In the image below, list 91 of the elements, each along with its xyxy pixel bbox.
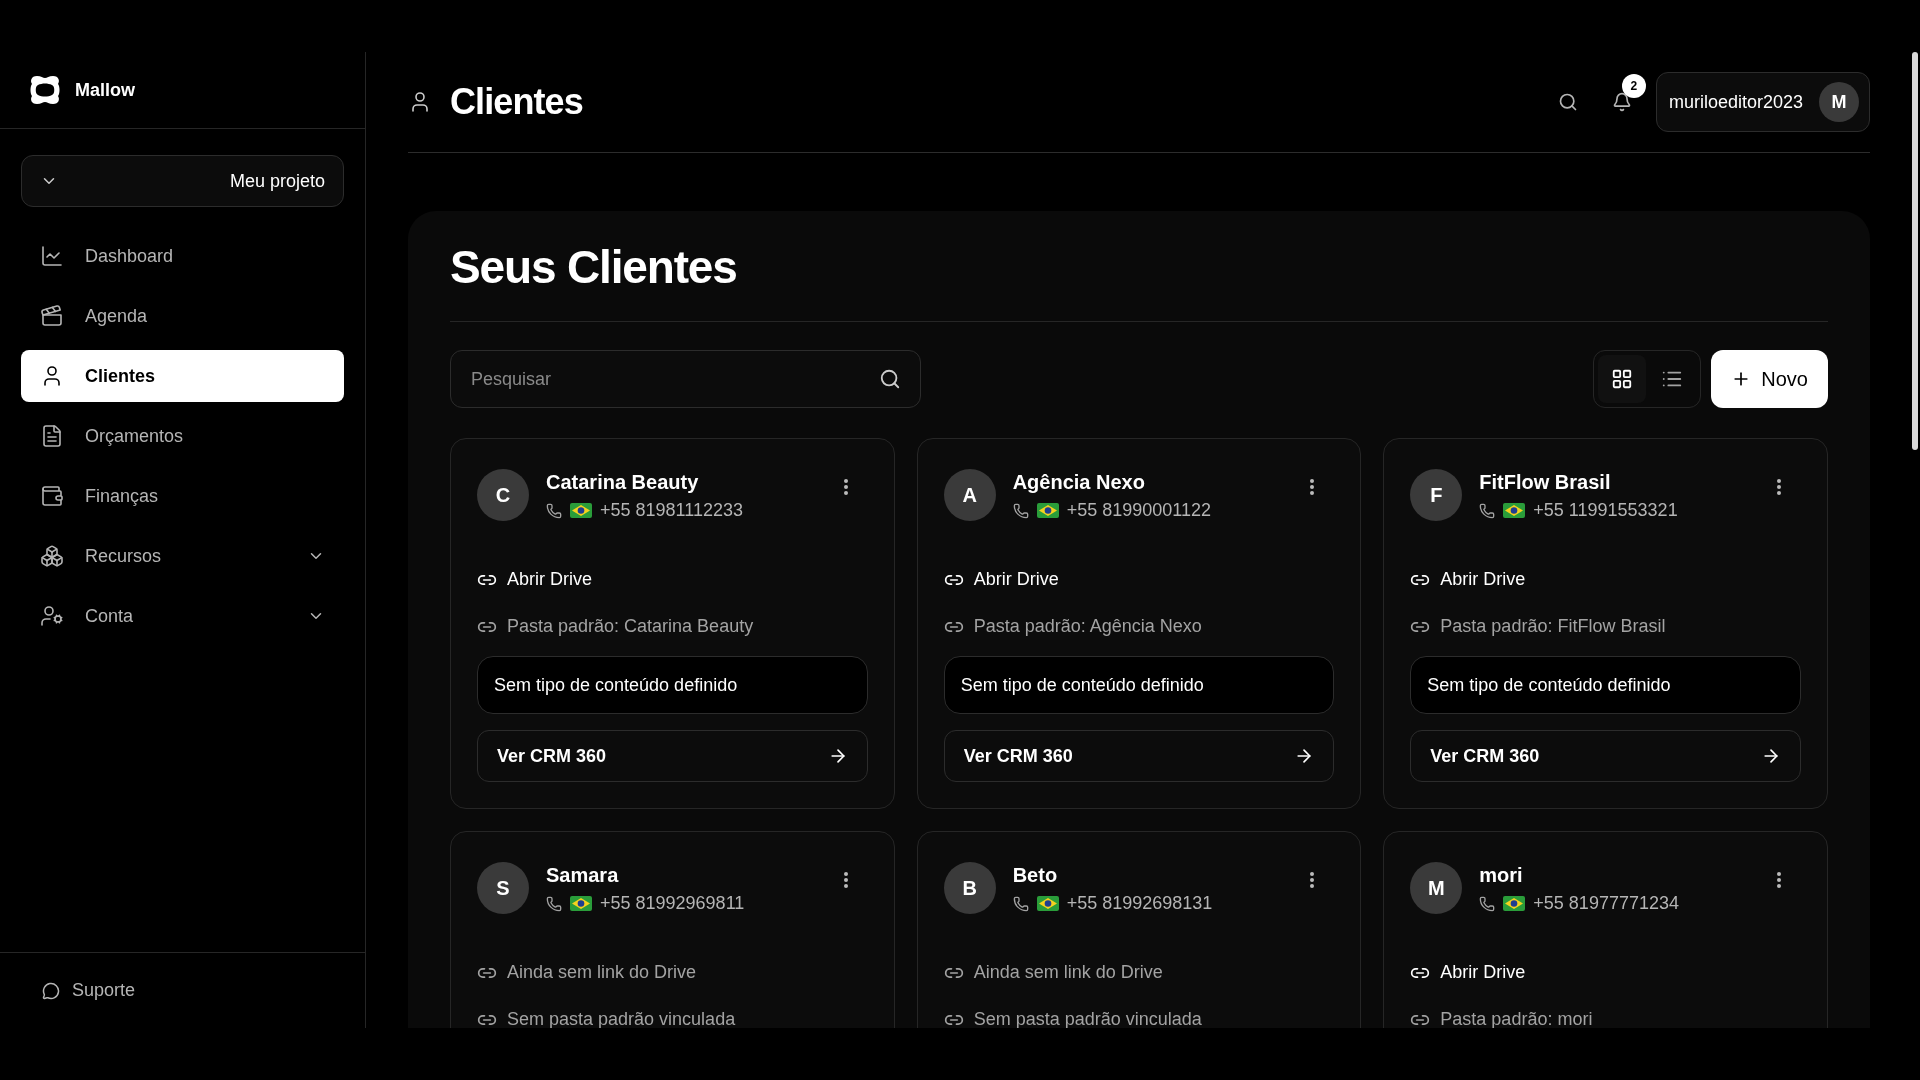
avatar: M (1410, 862, 1463, 914)
notification-badge: 2 (1621, 74, 1646, 98)
flag-icon (570, 896, 592, 911)
flag-icon (1036, 503, 1059, 518)
chart-icon (40, 244, 64, 268)
user-avatar: M (1819, 82, 1859, 122)
clapperboard-icon (40, 304, 64, 328)
flag-icon (1503, 503, 1526, 518)
nav-item[interactable]: Agenda (21, 290, 344, 342)
avatar: F (1410, 469, 1463, 521)
client-name: Catarina Beauty (546, 470, 700, 495)
phone-icon (1479, 895, 1496, 912)
grid-view-button[interactable] (1598, 355, 1647, 403)
more-icon (1777, 872, 1781, 888)
more-options-button[interactable] (1310, 479, 1315, 495)
flag-icon (1036, 896, 1059, 911)
more-options-button[interactable] (1310, 872, 1315, 888)
phone-number: +55 81977771234 (1533, 892, 1679, 915)
search-field[interactable]: Pesquisar (450, 350, 921, 408)
drive-link[interactable]: Abrir Drive (1440, 959, 1526, 986)
search-button[interactable] (1557, 92, 1578, 112)
folder-label: Sem pasta padrão vinculada (507, 1008, 736, 1028)
nav-item[interactable]: Dashboard (21, 230, 344, 282)
content-type-field: Sem tipo de conteúdo definido (943, 656, 1335, 714)
user-menu[interactable]: muriloeditor2023 M (1655, 72, 1870, 132)
phone-icon (1479, 502, 1496, 519)
bell-icon (1611, 92, 1632, 112)
user-gear-icon (40, 604, 64, 628)
project-selector[interactable]: Meu projeto (21, 155, 344, 207)
crm-button[interactable]: Ver CRM 360 (943, 730, 1335, 782)
more-options-button[interactable] (1777, 872, 1781, 888)
phone-number: +55 81981112233 (600, 499, 743, 522)
client-name: Beto (1012, 863, 1059, 888)
content-type-field: Sem tipo de conteúdo definido (477, 656, 868, 714)
nav-item[interactable]: Recursos (21, 530, 344, 582)
boxes-icon (40, 544, 64, 568)
folder-label: Pasta padrão: mori (1440, 1008, 1593, 1028)
client-name: mori (1479, 863, 1524, 888)
more-icon (1310, 479, 1315, 495)
phone-icon (1012, 502, 1029, 519)
drive-link[interactable]: Abrir Drive (1440, 566, 1526, 593)
nav-item[interactable]: Finanças (21, 470, 344, 522)
phone-number: +55 81992698131 (1066, 892, 1213, 915)
nav-item[interactable]: Conta (21, 590, 344, 642)
phone-icon (546, 895, 562, 912)
phone-icon (546, 502, 562, 519)
notifications-button[interactable] (1611, 92, 1632, 112)
page-title: Clientes (450, 80, 583, 124)
drive-link[interactable]: Abrir Drive (973, 566, 1059, 593)
search-icon (879, 368, 901, 390)
avatar: B (943, 862, 996, 914)
logo-icon (29, 75, 61, 105)
phone-number: +55 11991553321 (1533, 499, 1678, 522)
panel-title: Seus Clientes (450, 240, 738, 295)
more-icon (843, 872, 848, 888)
avatar: S (477, 862, 529, 914)
flag-icon (1503, 896, 1526, 911)
phone-number: +55 81990001122 (1066, 499, 1211, 522)
wallet-icon (40, 484, 64, 508)
support-link[interactable]: Suporte (42, 977, 136, 1004)
phone-number: +55 81992969811 (600, 892, 745, 915)
more-icon (1777, 479, 1781, 495)
nav-item[interactable]: Orçamentos (21, 410, 344, 462)
folder-label: Pasta padrão: Catarina Beauty (507, 615, 754, 638)
crm-button[interactable]: Ver CRM 360 (1410, 730, 1801, 782)
drive-link[interactable]: Abrir Drive (507, 566, 592, 593)
crm-button[interactable]: Ver CRM 360 (477, 730, 868, 782)
flag-icon (570, 503, 592, 518)
document-icon (40, 424, 64, 448)
avatar: A (943, 469, 996, 521)
grid-icon (1611, 368, 1634, 390)
nav-item[interactable]: Clientes (21, 350, 344, 402)
more-options-button[interactable] (843, 479, 848, 495)
new-client-button[interactable]: Novo (1711, 350, 1828, 408)
more-options-button[interactable] (843, 872, 848, 888)
folder-label: Sem pasta padrão vinculada (973, 1008, 1202, 1028)
more-icon (843, 479, 848, 495)
phone-icon (1012, 895, 1029, 912)
folder-label: Pasta padrão: Agência Nexo (973, 615, 1202, 638)
more-options-button[interactable] (1777, 479, 1781, 495)
client-name: Agência Nexo (1012, 470, 1146, 495)
client-name: Samara (546, 863, 620, 888)
brand-name: Mallow (75, 78, 135, 102)
search-icon (1557, 92, 1578, 112)
folder-label: Pasta padrão: FitFlow Brasil (1440, 615, 1666, 638)
chat-bubble-icon (42, 981, 60, 1000)
scrollbar[interactable] (1912, 52, 1918, 450)
content-type-field: Sem tipo de conteúdo definido (1410, 656, 1801, 714)
avatar: C (477, 469, 529, 521)
more-icon (1310, 872, 1315, 888)
client-name: FitFlow Brasil (1479, 470, 1612, 495)
